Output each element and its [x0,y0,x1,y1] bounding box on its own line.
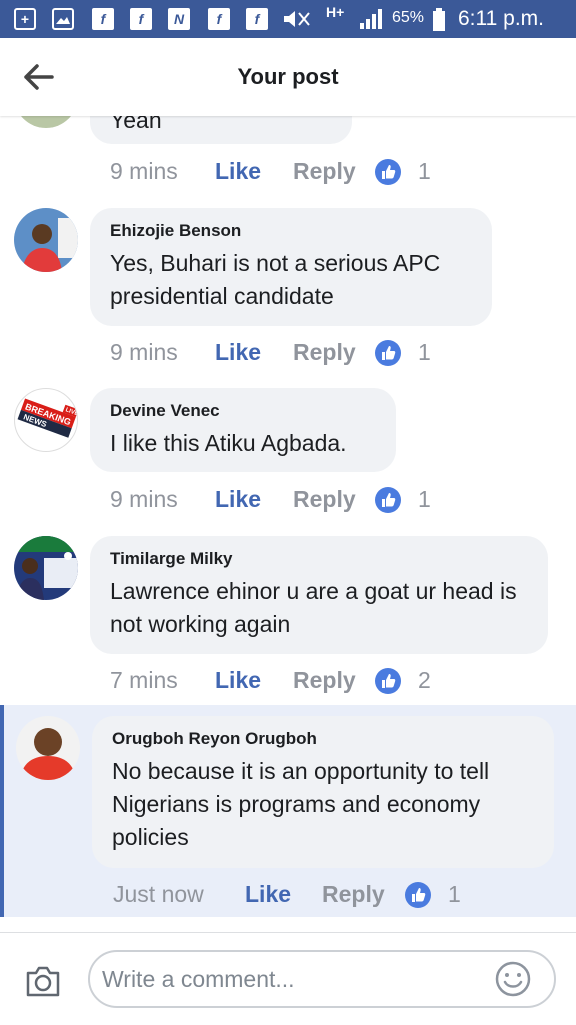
plus-icon: + [14,8,36,30]
app-bar: Your post [0,38,576,116]
image-icon [52,8,74,30]
highlight-bar [0,705,4,917]
thumbs-up-icon[interactable] [375,487,401,513]
comment-text: I like this Atiku Agbada. [110,430,347,456]
reaction-count: 2 [418,667,431,693]
avatar[interactable] [14,208,78,272]
mute-icon [282,8,312,30]
thumbs-up-icon[interactable] [405,882,431,908]
reaction-count: 1 [418,158,431,184]
like-button[interactable]: Like [215,486,261,513]
comment-time: 9 mins [110,158,178,184]
like-button[interactable]: Like [245,881,291,908]
reaction-count: 1 [418,486,431,512]
page-title: Your post [237,64,339,89]
reply-button[interactable]: Reply [293,339,356,366]
comment-text: Yeah [110,116,162,133]
reply-button[interactable]: Reply [293,667,356,694]
network-type: H+ [326,4,345,20]
reply-button[interactable]: Reply [293,486,356,513]
like-button[interactable]: Like [215,339,261,366]
facebook-icon: f [208,8,230,30]
avatar[interactable] [14,536,78,600]
reaction-count: 1 [448,881,461,907]
thumbs-up-icon[interactable] [375,340,401,366]
comment-input[interactable]: Write a comment... [88,950,556,1008]
status-bar: + f f N f f H+ 65% 6:11 p.m. [0,0,576,38]
comment-actions: 7 mins Like Reply 2 [110,667,570,697]
comment-time: 7 mins [110,667,178,693]
comment-text: Lawrence ehinor u are a goat ur head is … [110,578,517,637]
comment-time: 9 mins [110,339,178,365]
comment-bubble[interactable]: Orugboh Reyon Orugboh No because it is a… [92,716,554,868]
commenter-name[interactable]: Devine Venec [110,401,376,421]
comment-actions: 9 mins Like Reply 1 [110,158,570,188]
comment-composer: Write a comment... [0,932,576,1025]
facebook-icon: f [246,8,268,30]
reply-button[interactable]: Reply [322,881,385,908]
avatar[interactable] [14,116,78,128]
comment-bubble[interactable]: Ehizojie Benson Yes, Buhari is not a ser… [90,208,492,326]
like-button[interactable]: Like [215,158,261,185]
comment-actions: 9 mins Like Reply 1 [110,486,570,516]
n-app-icon: N [168,8,190,30]
comment-bubble[interactable]: Timilarge Milky Lawrence ehinor u are a … [90,536,548,654]
signal-icon [358,8,384,30]
emoji-icon[interactable] [494,960,532,998]
camera-icon[interactable] [24,963,62,999]
reaction-count: 1 [418,339,431,365]
comment-bubble[interactable]: Yeah [90,116,352,144]
comment-actions: Just now Like Reply 1 [113,881,573,911]
avatar[interactable]: BREAKING NEWS LIVE [14,388,78,452]
like-button[interactable]: Like [215,667,261,694]
commenter-name[interactable]: Ehizojie Benson [110,221,472,241]
clock: 6:11 p.m. [458,7,544,30]
comment-text: Yes, Buhari is not a serious APC preside… [110,250,441,309]
comment-list[interactable]: Yeah 9 mins Like Reply 1 Ehizojie Benson… [0,116,576,932]
comment-actions: 9 mins Like Reply 1 [110,339,570,369]
comment-time: 9 mins [110,486,178,512]
comment-bubble[interactable]: Devine Venec I like this Atiku Agbada. [90,388,396,472]
facebook-icon: f [130,8,152,30]
thumbs-up-icon[interactable] [375,668,401,694]
reply-button[interactable]: Reply [293,158,356,185]
commenter-name[interactable]: Timilarge Milky [110,549,528,569]
battery-percent: 65% [392,9,425,26]
battery-icon [432,8,446,31]
comment-time: Just now [113,881,204,907]
thumbs-up-icon[interactable] [375,159,401,185]
avatar[interactable] [16,716,80,780]
facebook-icon: f [92,8,114,30]
commenter-name[interactable]: Orugboh Reyon Orugboh [112,729,534,749]
comment-text: No because it is an opportunity to tell … [112,758,490,850]
